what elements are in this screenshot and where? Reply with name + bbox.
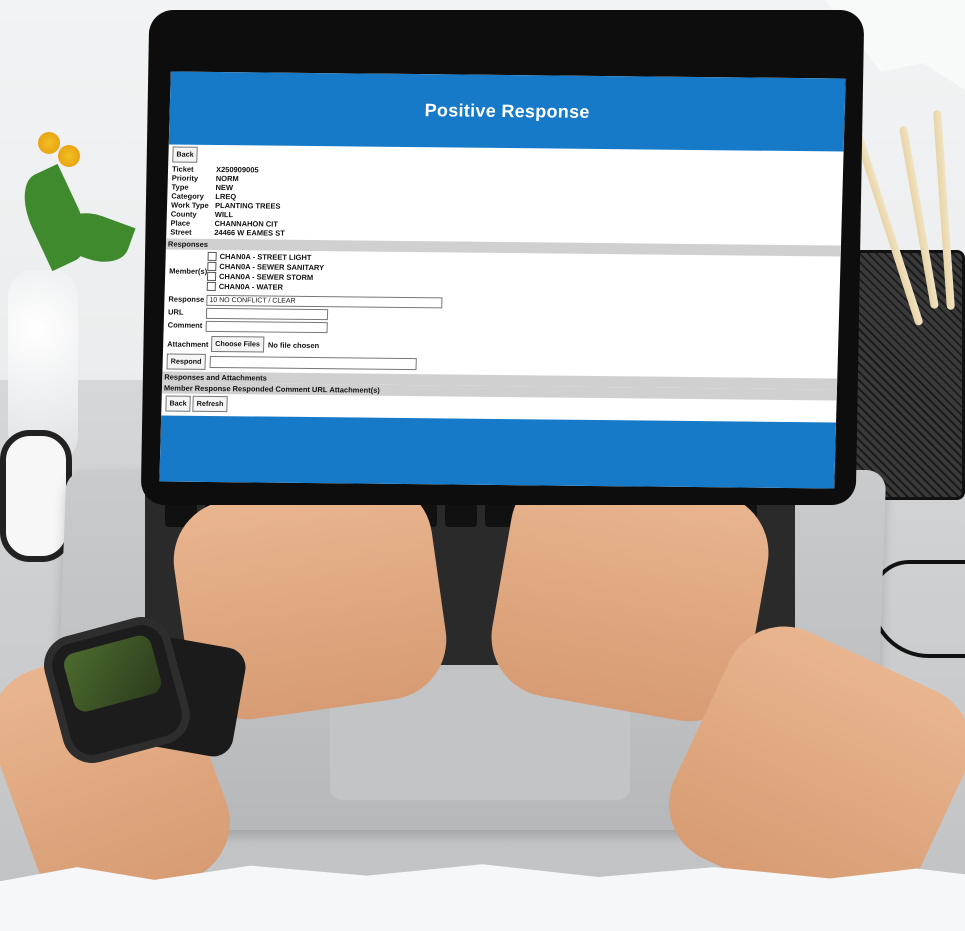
column-url: URL [311, 385, 328, 395]
choose-files-button[interactable]: Choose Files [210, 335, 265, 353]
photo-scene: Positive Response Back Ticket X250909005 … [0, 0, 965, 931]
members-label: Member(s) [169, 266, 208, 276]
member-list: CHAN0A - STREET LIGHT CHAN0A - SEWER SAN… [206, 251, 325, 292]
street-value: 24466 W EAMES ST [214, 227, 285, 238]
member-item[interactable]: CHAN0A - STREET LIGHT [207, 251, 325, 262]
attachment-file-input[interactable] [209, 355, 417, 371]
form-content: Back Ticket X250909005 Priority NORM Type N… [161, 144, 843, 422]
column-member: Member [163, 383, 193, 393]
members-block: Member(s) CHAN0A - STREET LIGHT CHAN0A -… [165, 249, 841, 299]
member-checkbox[interactable] [206, 281, 216, 291]
page-title: Positive Response [424, 100, 591, 122]
priority-value: NORM [215, 173, 239, 184]
member-label: CHAN0A - STREET LIGHT [219, 252, 312, 262]
column-responded: Responded [232, 384, 274, 394]
member-item[interactable]: CHAN0A - SEWER SANITARY [207, 261, 325, 273]
member-checkbox[interactable] [207, 261, 217, 272]
ticket-details: Ticket X250909005 Priority NORM Type NEW Ca… [166, 164, 843, 243]
ticket-value: X250909005 [215, 164, 259, 175]
watch-screen [61, 632, 164, 715]
column-response: Response [194, 383, 231, 394]
member-label: CHAN0A - SEWER STORM [218, 272, 314, 283]
flower [38, 132, 60, 154]
column-attachments: Attachment(s) [329, 385, 380, 395]
county-label: County [170, 209, 197, 219]
priority-label: Priority [171, 173, 199, 183]
work-type-label: Work Type [170, 200, 209, 210]
laptop-screen: Positive Response Back Ticket X250909005 … [159, 71, 846, 489]
response-label: Response [168, 294, 205, 304]
alarm-clock [0, 430, 72, 562]
refresh-button[interactable]: Refresh [192, 395, 228, 413]
page-footer-band [159, 415, 837, 489]
ticket-label: Ticket [171, 164, 194, 174]
back-button-top[interactable]: Back [172, 146, 198, 163]
flower [58, 145, 80, 167]
url-label: URL [167, 307, 184, 317]
member-checkbox[interactable] [206, 271, 217, 281]
url-input[interactable] [205, 307, 329, 321]
attachment-label: Attachment [167, 339, 209, 349]
member-label: CHAN0A - WATER [218, 282, 284, 292]
back-button-bottom[interactable]: Back [165, 395, 191, 412]
keyboard-key [445, 503, 477, 527]
member-item[interactable]: CHAN0A - WATER [206, 281, 324, 292]
response-form: Response 10 NO CONFLICT / CLEAR URL Comm… [162, 294, 839, 376]
type-value: NEW [215, 182, 234, 193]
type-label: Type [171, 182, 189, 192]
comment-label: Comment [167, 320, 203, 330]
street-label: Street [170, 227, 192, 237]
county-value: WILL [214, 209, 234, 220]
member-item[interactable]: CHAN0A - SEWER STORM [206, 271, 324, 283]
member-label: CHAN0A - SEWER SANITARY [219, 262, 325, 273]
response-select[interactable]: 10 NO CONFLICT / CLEAR [206, 294, 443, 309]
member-checkbox[interactable] [207, 251, 217, 262]
comment-input[interactable] [205, 320, 328, 334]
column-comment: Comment [275, 384, 311, 395]
place-label: Place [170, 218, 191, 228]
category-value: LREQ [215, 191, 237, 202]
category-label: Category [171, 191, 204, 201]
no-file-chosen-text: No file chosen [267, 340, 320, 350]
respond-button[interactable]: Respond [166, 353, 206, 370]
page-header: Positive Response [168, 71, 846, 152]
